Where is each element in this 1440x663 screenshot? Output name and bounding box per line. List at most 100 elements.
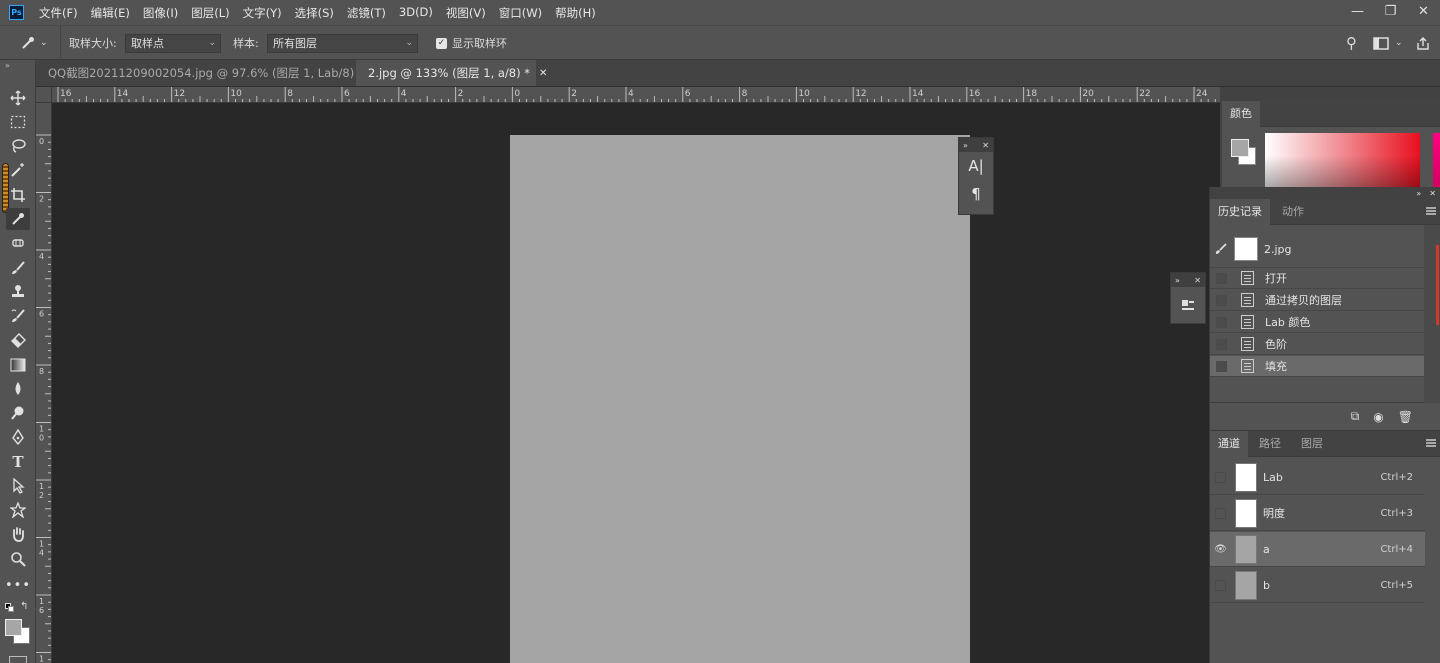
trash-icon[interactable]: 🗑 <box>1398 410 1413 424</box>
ruler-label: 8 <box>287 89 293 99</box>
gradient-tool-icon[interactable] <box>6 354 30 376</box>
tab-channels[interactable]: 通道 <box>1210 431 1248 457</box>
custom-shape-tool-icon[interactable] <box>6 499 30 521</box>
menu-item[interactable]: 视图(V) <box>446 5 486 21</box>
close-panel-icon[interactable]: ✕ <box>1194 276 1201 285</box>
minimize-button[interactable]: — <box>1341 0 1374 22</box>
menu-item[interactable]: 选择(S) <box>295 5 334 21</box>
menu-item[interactable]: 滤镜(T) <box>347 5 386 21</box>
type-tool-icon[interactable]: T <box>6 451 30 473</box>
properties-panel-icon[interactable] <box>1171 287 1205 323</box>
menu-item[interactable]: 编辑(E) <box>91 5 130 21</box>
ruler-origin[interactable] <box>36 87 52 103</box>
expand-panel-icon[interactable]: » <box>1416 189 1421 198</box>
spot-healing-tool-icon[interactable] <box>6 232 30 254</box>
history-source-checkbox[interactable] <box>1216 360 1227 372</box>
eyedropper-tool-preset[interactable]: ⌄ <box>20 26 48 60</box>
magic-wand-tool-icon[interactable] <box>6 159 30 181</box>
tab-document-2[interactable]: 2.jpg @ 133% (图层 1, a/8) * ✕ <box>356 60 547 86</box>
close-panel-icon[interactable]: ✕ <box>1429 189 1436 198</box>
history-state[interactable]: 通过拷贝的图层 <box>1210 290 1425 311</box>
tab-history[interactable]: 历史记录 <box>1210 199 1270 225</box>
expand-panel-icon[interactable]: » <box>1175 276 1180 285</box>
visibility-toggle[interactable] <box>1215 507 1226 519</box>
history-source-checkbox[interactable] <box>1216 272 1227 284</box>
close-panel-icon[interactable]: ✕ <box>982 141 989 150</box>
eyedropper-tool-icon[interactable] <box>6 208 30 230</box>
tab-paths[interactable]: 路径 <box>1251 431 1289 457</box>
path-selection-tool-icon[interactable] <box>6 475 30 497</box>
show-sampling-ring-checkbox[interactable]: ✓ 显示取样环 <box>436 26 507 60</box>
crop-tool-icon[interactable] <box>6 184 30 206</box>
close-tab-icon[interactable]: ✕ <box>539 68 547 79</box>
channel-row[interactable]: b Ctrl+5 <box>1210 568 1425 603</box>
history-state[interactable]: Lab 颜色 <box>1210 312 1425 333</box>
panel-menu-icon[interactable] <box>1426 439 1436 447</box>
foreground-color-swatch[interactable] <box>5 619 22 636</box>
history-snapshot[interactable]: 2.jpg <box>1210 231 1425 268</box>
canvas-pasteboard[interactable] <box>53 104 1220 663</box>
restore-button[interactable]: ❐ <box>1374 0 1407 22</box>
menu-item[interactable]: 图像(I) <box>143 5 178 21</box>
hue-slider[interactable] <box>1433 133 1440 189</box>
default-colors-icon[interactable] <box>5 603 14 612</box>
sample-size-dropdown[interactable]: 取样点 ⌄ <box>125 34 221 53</box>
tab-document-1[interactable]: QQ截图20211209002054.jpg @ 97.6% (图层 1, La… <box>36 60 381 86</box>
panel-menu-icon[interactable] <box>1426 207 1436 215</box>
channel-row[interactable]: 👁 a Ctrl+4 <box>1210 532 1425 567</box>
scrollbar-thumb[interactable] <box>1436 245 1439 325</box>
panel-collapse-icon[interactable]: » <box>5 61 10 70</box>
pen-tool-icon[interactable] <box>6 426 30 448</box>
history-state[interactable]: 打开 <box>1210 268 1425 289</box>
channel-row[interactable]: Lab Ctrl+2 <box>1210 460 1425 495</box>
paragraph-panel-icon[interactable]: ¶ <box>959 180 993 208</box>
quick-mask-icon[interactable] <box>9 656 27 663</box>
history-state[interactable]: 色阶 <box>1210 334 1425 355</box>
camera-icon[interactable]: ◉ <box>1373 410 1383 424</box>
history-source-checkbox[interactable] <box>1216 294 1227 306</box>
tab-actions[interactable]: 动作 <box>1274 199 1312 225</box>
menu-item[interactable]: 3D(D) <box>399 5 433 21</box>
document-canvas[interactable] <box>510 135 970 663</box>
history-brush-tool-icon[interactable] <box>6 305 30 327</box>
new-document-from-state-icon[interactable]: ⧉ <box>1351 409 1360 424</box>
expand-panel-icon[interactable]: » <box>963 141 968 150</box>
brush-tool-icon[interactable] <box>6 257 30 279</box>
swap-colors-icon[interactable]: ↰ <box>20 601 28 612</box>
share-icon[interactable] <box>1416 26 1430 60</box>
zoom-tool-icon[interactable] <box>6 548 30 570</box>
eraser-tool-icon[interactable] <box>6 329 30 351</box>
workspace-switcher[interactable]: ⌄ <box>1373 26 1403 60</box>
history-state[interactable]: 填充 <box>1210 356 1425 377</box>
menu-item[interactable]: 图层(L) <box>191 5 229 21</box>
search-icon[interactable]: ⚲ <box>1346 26 1357 60</box>
tab-color[interactable]: 颜色 <box>1222 101 1260 127</box>
move-tool-icon[interactable] <box>6 87 30 109</box>
character-panel-icon[interactable]: A| <box>959 152 993 180</box>
lasso-tool-icon[interactable] <box>6 135 30 157</box>
menu-item[interactable]: 文字(Y) <box>243 5 282 21</box>
eye-icon[interactable]: 👁 <box>1214 544 1227 555</box>
marquee-tool-icon[interactable] <box>6 111 30 133</box>
dodge-tool-icon[interactable] <box>6 402 30 424</box>
hand-tool-icon[interactable] <box>6 523 30 545</box>
color-field[interactable] <box>1265 133 1420 189</box>
history-source-checkbox[interactable] <box>1216 316 1227 328</box>
ruler-label: 6 <box>344 89 350 99</box>
ruler-label: 0 <box>514 89 520 99</box>
foreground-color-swatch[interactable] <box>1231 139 1249 157</box>
menu-item[interactable]: 文件(F) <box>39 5 78 21</box>
visibility-toggle[interactable] <box>1215 471 1226 483</box>
scrollbar[interactable] <box>1424 225 1440 403</box>
menu-item[interactable]: 窗口(W) <box>499 5 542 21</box>
visibility-toggle[interactable] <box>1215 579 1226 591</box>
menu-item[interactable]: 帮助(H) <box>555 5 596 21</box>
blur-tool-icon[interactable] <box>6 378 30 400</box>
sample-dropdown[interactable]: 所有图层 ⌄ <box>267 34 418 53</box>
close-window-button[interactable]: ✕ <box>1407 0 1440 22</box>
history-source-checkbox[interactable] <box>1216 338 1227 350</box>
more-tools-icon[interactable]: ••• <box>5 574 30 596</box>
tab-layers[interactable]: 图层 <box>1293 431 1331 457</box>
channel-row[interactable]: 明度 Ctrl+3 <box>1210 496 1425 531</box>
clone-stamp-tool-icon[interactable] <box>6 281 30 303</box>
